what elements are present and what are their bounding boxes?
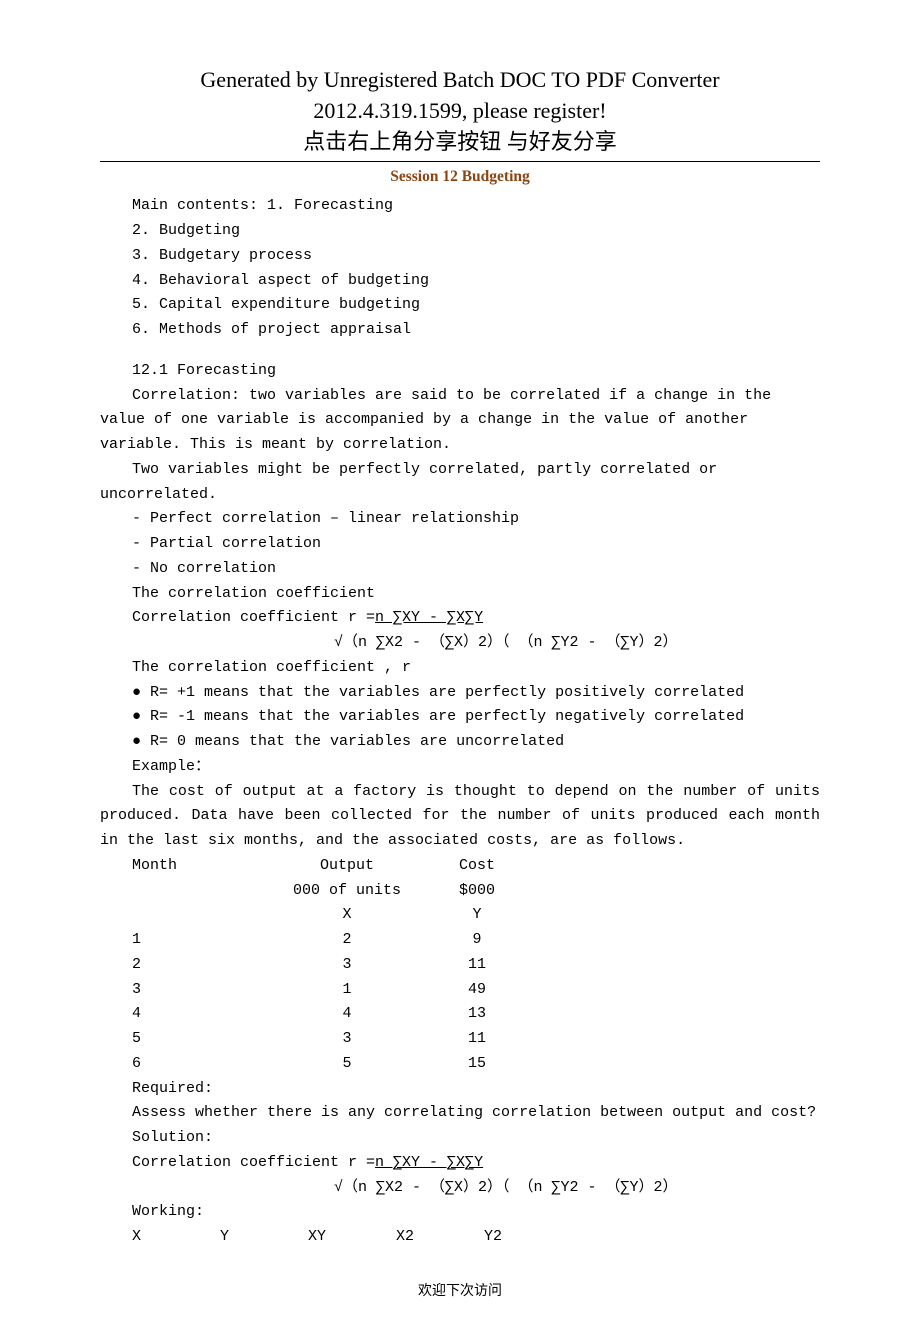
table-cell-x: 3	[272, 1027, 422, 1052]
table-cell-x: 5	[272, 1052, 422, 1077]
section-heading: 12.1 Forecasting	[100, 359, 820, 384]
table-subheader-row: 000 of units $000	[100, 879, 820, 904]
table-header-output: Output	[272, 854, 422, 879]
example-label: Example：	[100, 755, 820, 780]
working-header-row: X Y XY X2 Y2	[100, 1225, 820, 1250]
table-cell-y: 11	[422, 953, 532, 978]
table-header-row: Month Output Cost	[100, 854, 820, 879]
working-label: Working:	[100, 1200, 820, 1225]
table-cell-x: 2	[272, 928, 422, 953]
required-label: Required:	[100, 1077, 820, 1102]
bullet-r-zero: R= 0 means that the variables are uncorr…	[100, 730, 820, 755]
working-col-xy: XY	[308, 1225, 396, 1250]
table-row: 3 1 49	[100, 978, 820, 1003]
table-subheader-output: 000 of units	[272, 879, 422, 904]
solution-formula-lead: Correlation coefficient r =	[132, 1154, 375, 1171]
solution-formula-denominator: √（n ∑X2 - （∑X）2）（ （n ∑Y2 - （∑Y）2）	[100, 1176, 820, 1201]
toc-item-4: 4. Behavioral aspect of budgeting	[100, 269, 820, 294]
table-row: 6 5 15	[100, 1052, 820, 1077]
toc-intro: Main contents: 1. Forecasting	[100, 194, 820, 219]
coef-formula-numerator: n ∑XY - ∑X∑Y	[375, 606, 483, 631]
table-cell-x: 1	[272, 978, 422, 1003]
coef-formula-lead: Correlation coefficient r =	[132, 609, 375, 626]
header-line-3-cn: 点击右上角分享按钮 与好友分享	[100, 127, 820, 158]
table-cell-month: 5	[132, 1027, 272, 1052]
table-cell-y: 13	[422, 1002, 532, 1027]
coef-heading: The correlation coefficient	[100, 582, 820, 607]
table-var-x: X	[272, 903, 422, 928]
session-title: Session 12 Budgeting	[100, 168, 820, 186]
header-line-1: Generated by Unregistered Batch DOC TO P…	[100, 65, 820, 96]
header-rule	[100, 161, 820, 162]
correlation-definition: Correlation: two variables are said to b…	[100, 384, 820, 458]
two-variables-sentence: Two variables might be perfectly correla…	[100, 458, 820, 508]
table-cell-month: 2	[132, 953, 272, 978]
table-var-row: X Y	[100, 903, 820, 928]
solution-formula-top: Correlation coefficient r =n ∑XY - ∑X∑Y	[100, 1151, 820, 1176]
working-col-x2: X2	[396, 1225, 484, 1250]
required-text: Assess whether there is any correlating …	[100, 1101, 820, 1126]
table-header-month: Month	[132, 854, 272, 879]
table-row: 1 2 9	[100, 928, 820, 953]
coef-r-heading: The correlation coefficient , r	[100, 656, 820, 681]
table-cell-x: 4	[272, 1002, 422, 1027]
table-cell-y: 49	[422, 978, 532, 1003]
table-cell-month: 6	[132, 1052, 272, 1077]
solution-formula-numerator: n ∑XY - ∑X∑Y	[375, 1151, 483, 1176]
list-no-correlation: - No correlation	[100, 557, 820, 582]
table-cell-y: 9	[422, 928, 532, 953]
header-line-2: 2012.4.319.1599, please register!	[100, 96, 820, 127]
list-partial-correlation: - Partial correlation	[100, 532, 820, 557]
table-cell-y: 11	[422, 1027, 532, 1052]
bullet-r-plus-1: R= +1 means that the variables are perfe…	[100, 681, 820, 706]
toc-item-6: 6. Methods of project appraisal	[100, 318, 820, 343]
table-cell-month: 4	[132, 1002, 272, 1027]
table-row: 2 3 11	[100, 953, 820, 978]
coef-formula-top: Correlation coefficient r =n ∑XY - ∑X∑Y	[100, 606, 820, 631]
table-subheader-cost: $000	[422, 879, 532, 904]
table-cell-x: 3	[272, 953, 422, 978]
toc-item-2: 2. Budgeting	[100, 219, 820, 244]
footer-text: 欢迎下次访问	[100, 1280, 820, 1300]
table-cell-month: 3	[132, 978, 272, 1003]
table-var-y: Y	[422, 903, 532, 928]
working-col-y: Y	[220, 1225, 308, 1250]
table-header-cost: Cost	[422, 854, 532, 879]
toc-item-3: 3. Budgetary process	[100, 244, 820, 269]
solution-label: Solution:	[100, 1126, 820, 1151]
working-col-y2: Y2	[484, 1225, 572, 1250]
table-cell-month: 1	[132, 928, 272, 953]
coef-formula-denominator: √（n ∑X2 - （∑X）2）（ （n ∑Y2 - （∑Y）2）	[100, 631, 820, 656]
example-text: The cost of output at a factory is thoug…	[100, 780, 820, 854]
table-row: 5 3 11	[100, 1027, 820, 1052]
working-col-x: X	[132, 1225, 220, 1250]
list-perfect-correlation: - Perfect correlation – linear relations…	[100, 507, 820, 532]
table-row: 4 4 13	[100, 1002, 820, 1027]
table-cell-y: 15	[422, 1052, 532, 1077]
bullet-r-minus-1: R= -1 means that the variables are perfe…	[100, 705, 820, 730]
toc-item-5: 5. Capital expenditure budgeting	[100, 293, 820, 318]
